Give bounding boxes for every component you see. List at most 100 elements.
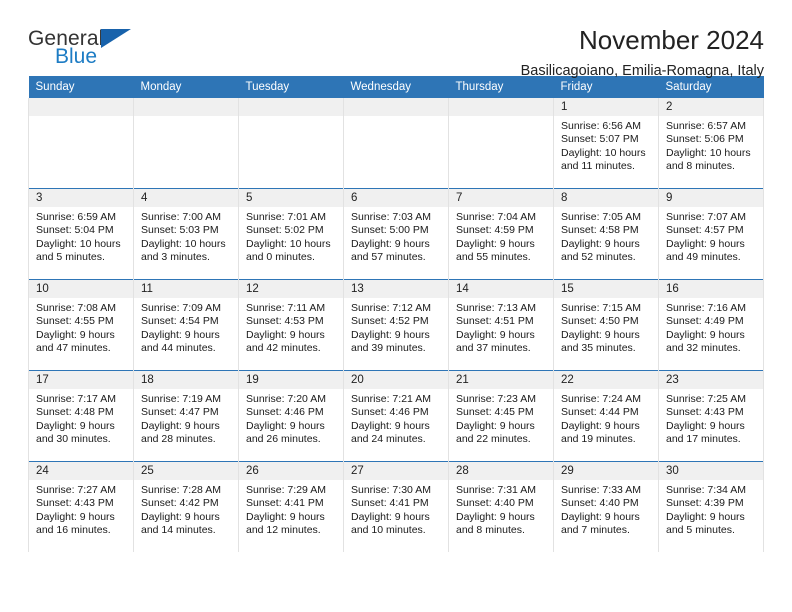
day-daylight-2-text: and 8 minutes. [456, 524, 525, 537]
day-sun-info: Sunrise: 7:12 AM Sunset: 4:52 PM Daylight:… [344, 298, 448, 356]
day-sunrise-text: Sunrise: 7:16 AM [666, 302, 746, 314]
day-daylight-1-text: Daylight: 10 hours [141, 237, 226, 250]
logo-text-blue: Blue [55, 45, 98, 68]
calendar-day-cell[interactable]: 10 Sunrise: 7:08 AM Sunset: 4:55 PM Dayligh… [28, 279, 134, 371]
day-daylight-1-text: Daylight: 9 hours [561, 510, 640, 523]
day-number: 12 [239, 280, 343, 298]
day-sun-info: Sunrise: 7:24 AM Sunset: 4:44 PM Daylight:… [554, 389, 658, 447]
page-title: November 2024 [579, 25, 764, 55]
calendar-day-cell[interactable]: 16 Sunrise: 7:16 AM Sunset: 4:49 PM Dayligh… [658, 279, 764, 371]
calendar-day-cell[interactable]: 5 Sunrise: 7:01 AM Sunset: 5:02 PM Daylight… [238, 188, 344, 280]
calendar-day-cell[interactable]: 4 Sunrise: 7:00 AM Sunset: 5:03 PM Daylight… [133, 188, 239, 280]
day-sunset-text: Sunset: 4:50 PM [561, 315, 639, 328]
day-sunset-text: Sunset: 4:46 PM [246, 406, 324, 419]
day-sun-info: Sunrise: 7:00 AM Sunset: 5:03 PM Daylight:… [134, 207, 238, 265]
day-sun-info: Sunrise: 6:59 AM Sunset: 5:04 PM Daylight:… [29, 207, 133, 265]
day-daylight-2-text: and 52 minutes. [561, 251, 636, 264]
calendar-day-cell[interactable]: 21 Sunrise: 7:23 AM Sunset: 4:45 PM Dayligh… [448, 370, 554, 462]
day-number: 30 [659, 462, 763, 480]
calendar-day-cell[interactable]: 23 Sunrise: 7:25 AM Sunset: 4:43 PM Dayligh… [658, 370, 764, 462]
day-sunset-text: Sunset: 5:06 PM [666, 133, 744, 146]
calendar-day-cell[interactable]: 9 Sunrise: 7:07 AM Sunset: 4:57 PM Daylight… [658, 188, 764, 280]
day-daylight-2-text: and 57 minutes. [351, 251, 426, 264]
calendar-day-cell[interactable]: 1 Sunrise: 6:56 AM Sunset: 5:07 PM Daylight… [553, 98, 659, 189]
day-daylight-2-text: and 55 minutes. [456, 251, 531, 264]
calendar-day-cell[interactable]: 6 Sunrise: 7:03 AM Sunset: 5:00 PM Daylight… [343, 188, 449, 280]
day-sunset-text: Sunset: 5:04 PM [36, 224, 114, 237]
page-subtitle: Basilicagoiano, Emilia-Romagna, Italy [520, 63, 764, 80]
day-sunrise-text: Sunrise: 7:05 AM [561, 211, 641, 223]
calendar-week-row: 1 Sunrise: 6:56 AM Sunset: 5:07 PM Daylight… [28, 98, 764, 189]
calendar-day-cell[interactable]: 22 Sunrise: 7:24 AM Sunset: 4:44 PM Dayligh… [553, 370, 659, 462]
calendar-week-row: 10 Sunrise: 7:08 AM Sunset: 4:55 PM Dayligh… [28, 279, 764, 371]
day-sunset-text: Sunset: 4:40 PM [561, 497, 639, 510]
day-number: 7 [449, 189, 553, 207]
day-sun-info: Sunrise: 7:08 AM Sunset: 4:55 PM Daylight:… [29, 298, 133, 356]
day-daylight-1-text: Daylight: 9 hours [351, 328, 430, 341]
day-sun-info: Sunrise: 7:20 AM Sunset: 4:46 PM Daylight:… [239, 389, 343, 447]
calendar-day-cell[interactable]: 14 Sunrise: 7:13 AM Sunset: 4:51 PM Dayligh… [448, 279, 554, 371]
day-sunrise-text: Sunrise: 7:09 AM [141, 302, 221, 314]
day-sunrise-text: Sunrise: 6:56 AM [561, 120, 641, 132]
calendar-day-cell[interactable]: 28 Sunrise: 7:31 AM Sunset: 4:40 PM Dayligh… [448, 461, 554, 552]
day-number: 26 [239, 462, 343, 480]
calendar-day-cell[interactable]: 26 Sunrise: 7:29 AM Sunset: 4:41 PM Dayligh… [238, 461, 344, 552]
day-daylight-2-text: and 8 minutes. [666, 160, 735, 173]
day-number: 15 [554, 280, 658, 298]
calendar-day-cell[interactable]: 18 Sunrise: 7:19 AM Sunset: 4:47 PM Dayligh… [133, 370, 239, 462]
day-sunset-text: Sunset: 4:59 PM [456, 224, 534, 237]
day-sun-info: Sunrise: 7:04 AM Sunset: 4:59 PM Daylight:… [449, 207, 553, 265]
day-daylight-2-text: and 26 minutes. [246, 433, 321, 446]
day-sunrise-text: Sunrise: 7:01 AM [246, 211, 326, 223]
day-daylight-2-text: and 3 minutes. [141, 251, 210, 264]
calendar-header-row: Sunday Monday Tuesday Wednesday Thursday Frid… [28, 76, 764, 98]
day-sun-info: Sunrise: 7:15 AM Sunset: 4:50 PM Daylight:… [554, 298, 658, 356]
calendar-day-cell[interactable]: 17 Sunrise: 7:17 AM Sunset: 4:48 PM Dayligh… [28, 370, 134, 462]
day-sunset-text: Sunset: 4:42 PM [141, 497, 219, 510]
day-sun-info: Sunrise: 7:17 AM Sunset: 4:48 PM Daylight:… [29, 389, 133, 447]
day-daylight-1-text: Daylight: 9 hours [141, 328, 220, 341]
day-sunset-text: Sunset: 4:40 PM [456, 497, 534, 510]
day-sunrise-text: Sunrise: 7:28 AM [141, 484, 221, 496]
day-sun-info: Sunrise: 7:28 AM Sunset: 4:42 PM Daylight:… [134, 480, 238, 538]
day-daylight-1-text: Daylight: 9 hours [351, 237, 430, 250]
day-daylight-2-text: and 35 minutes. [561, 342, 636, 355]
calendar-day-cell[interactable]: 3 Sunrise: 6:59 AM Sunset: 5:04 PM Daylight… [28, 188, 134, 280]
calendar-body: 1 Sunrise: 6:56 AM Sunset: 5:07 PM Daylight… [28, 98, 764, 552]
day-daylight-1-text: Daylight: 9 hours [351, 510, 430, 523]
day-sunrise-text: Sunrise: 7:24 AM [561, 393, 641, 405]
day-sun-info: Sunrise: 6:56 AM Sunset: 5:07 PM Daylight:… [554, 116, 658, 174]
day-daylight-1-text: Daylight: 9 hours [36, 328, 115, 341]
day-sunset-text: Sunset: 4:51 PM [456, 315, 534, 328]
calendar-day-cell[interactable]: 27 Sunrise: 7:30 AM Sunset: 4:41 PM Dayligh… [343, 461, 449, 552]
calendar-day-cell[interactable]: 29 Sunrise: 7:33 AM Sunset: 4:40 PM Dayligh… [553, 461, 659, 552]
calendar-day-cell[interactable]: 25 Sunrise: 7:28 AM Sunset: 4:42 PM Dayligh… [133, 461, 239, 552]
day-sunrise-text: Sunrise: 7:13 AM [456, 302, 536, 314]
general-blue-logo[interactable]: General Blue [28, 26, 146, 76]
calendar-day-cell[interactable]: 20 Sunrise: 7:21 AM Sunset: 4:46 PM Dayligh… [343, 370, 449, 462]
calendar-day-cell[interactable]: 8 Sunrise: 7:05 AM Sunset: 4:58 PM Daylight… [553, 188, 659, 280]
day-daylight-1-text: Daylight: 10 hours [561, 146, 646, 159]
calendar-day-cell[interactable]: 11 Sunrise: 7:09 AM Sunset: 4:54 PM Dayligh… [133, 279, 239, 371]
calendar-cell-empty [238, 98, 344, 189]
day-sunrise-text: Sunrise: 7:12 AM [351, 302, 431, 314]
day-number: 19 [239, 371, 343, 389]
day-number [29, 98, 133, 116]
day-sun-info: Sunrise: 7:19 AM Sunset: 4:47 PM Daylight:… [134, 389, 238, 447]
calendar-day-cell[interactable]: 12 Sunrise: 7:11 AM Sunset: 4:53 PM Dayligh… [238, 279, 344, 371]
day-number: 8 [554, 189, 658, 207]
calendar-day-cell[interactable]: 7 Sunrise: 7:04 AM Sunset: 4:59 PM Daylight… [448, 188, 554, 280]
day-sunrise-text: Sunrise: 7:27 AM [36, 484, 116, 496]
day-number: 17 [29, 371, 133, 389]
calendar-day-cell[interactable]: 30 Sunrise: 7:34 AM Sunset: 4:39 PM Dayligh… [658, 461, 764, 552]
calendar-day-cell[interactable]: 13 Sunrise: 7:12 AM Sunset: 4:52 PM Dayligh… [343, 279, 449, 371]
day-sunset-text: Sunset: 5:02 PM [246, 224, 324, 237]
calendar-day-cell[interactable]: 24 Sunrise: 7:27 AM Sunset: 4:43 PM Dayligh… [28, 461, 134, 552]
calendar-day-cell[interactable]: 2 Sunrise: 6:57 AM Sunset: 5:06 PM Daylight… [658, 98, 764, 189]
calendar-day-cell[interactable]: 15 Sunrise: 7:15 AM Sunset: 4:50 PM Dayligh… [553, 279, 659, 371]
day-daylight-1-text: Daylight: 9 hours [666, 419, 745, 432]
day-number: 24 [29, 462, 133, 480]
calendar-day-cell[interactable]: 19 Sunrise: 7:20 AM Sunset: 4:46 PM Dayligh… [238, 370, 344, 462]
day-daylight-2-text: and 24 minutes. [351, 433, 426, 446]
day-sunset-text: Sunset: 4:57 PM [666, 224, 744, 237]
